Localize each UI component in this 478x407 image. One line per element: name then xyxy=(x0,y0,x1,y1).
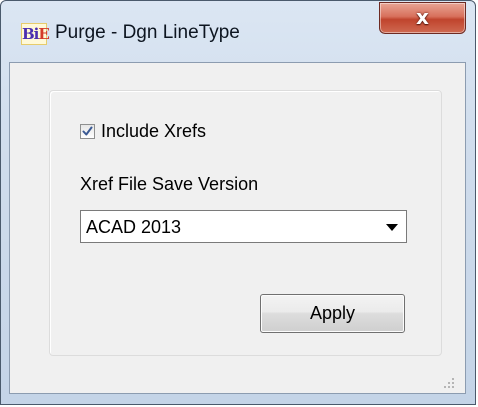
check-icon xyxy=(82,126,93,136)
apply-button[interactable]: Apply xyxy=(260,294,405,333)
include-xrefs-checkbox[interactable] xyxy=(80,124,95,139)
window-title: Purge - Dgn LineType xyxy=(55,22,240,43)
app-logo-icon[interactable]: BiE xyxy=(21,23,50,45)
close-button[interactable]: x xyxy=(379,2,466,34)
chevron-down-icon[interactable] xyxy=(386,224,398,231)
selected-version: ACAD 2013 xyxy=(86,217,182,237)
app-logo-text: Bi xyxy=(22,25,39,43)
title-bar[interactable]: BiE Purge - Dgn LineType x xyxy=(1,1,475,63)
include-xrefs-label[interactable]: Include Xrefs xyxy=(101,121,206,142)
xref-save-version-label: Xref File Save Version xyxy=(80,174,259,194)
resize-grip-icon[interactable] xyxy=(442,376,456,390)
xref-save-version-select[interactable]: ACAD 2013 xyxy=(80,210,407,243)
close-icon: x xyxy=(416,5,429,29)
app-logo-text-e: E xyxy=(38,25,49,43)
